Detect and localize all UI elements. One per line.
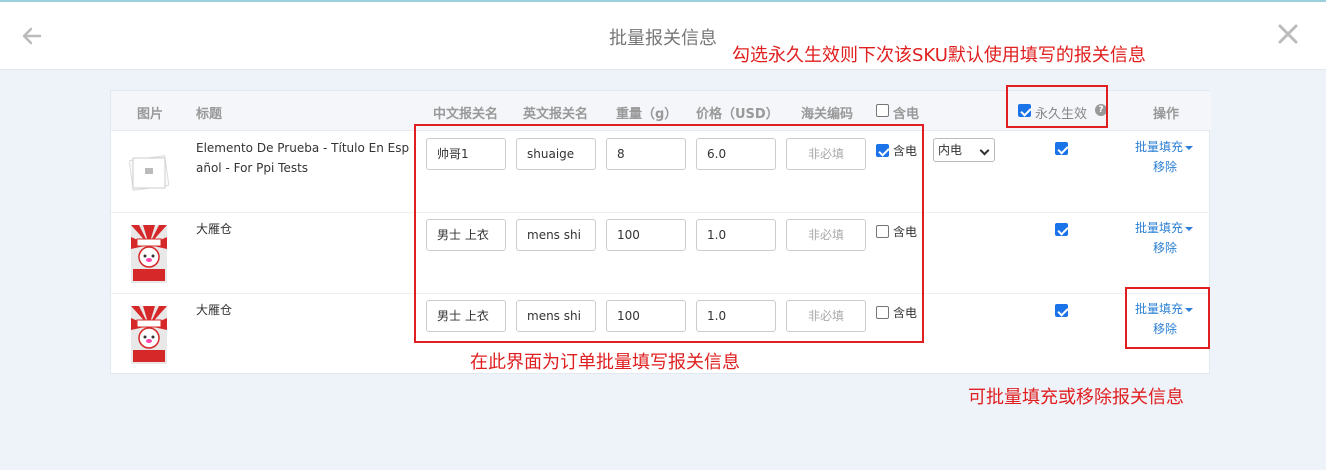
header-cn-name: 中文报关名 [433, 107, 499, 122]
annotation-batch-fill: 可批量填充或移除报关信息 [968, 387, 1184, 408]
product-title: 大雁仓 [196, 303, 233, 317]
permanent-checkbox[interactable] [1055, 223, 1068, 236]
header-battery: 含电 [893, 107, 920, 122]
remove-button[interactable]: 移除 [1153, 239, 1177, 256]
battery-type-select[interactable]: 内电 [933, 138, 995, 162]
header-hs-code: 海关编码 [801, 107, 854, 122]
battery-all-checkbox[interactable] [876, 104, 889, 117]
header-en-name: 英文报关名 [523, 107, 589, 122]
header-title: 标题 [196, 107, 223, 122]
highlight-inputs [414, 124, 924, 343]
caret-down-icon [1185, 145, 1194, 150]
product-image [131, 306, 167, 364]
batch-fill-button[interactable]: 批量填充 [1135, 138, 1194, 155]
annotation-permanent: 勾选永久生效则下次该SKU默认使用填写的报关信息 [732, 45, 1146, 66]
product-image [131, 225, 167, 283]
header-weight: 重量（g） [616, 107, 678, 122]
highlight-actions [1125, 287, 1210, 349]
header-action: 操作 [1153, 107, 1180, 122]
header-image: 图片 [137, 107, 164, 122]
product-placeholder-image [129, 155, 169, 191]
product-title: Elemento De Prueba - Título En Español -… [196, 141, 410, 175]
close-icon[interactable] [1276, 22, 1300, 46]
permanent-checkbox[interactable] [1055, 304, 1068, 317]
remove-button[interactable]: 移除 [1153, 158, 1177, 175]
batch-fill-button[interactable]: 批量填充 [1135, 219, 1194, 236]
chevron-down-icon [979, 145, 990, 156]
permanent-checkbox[interactable] [1055, 142, 1068, 155]
header-price: 价格（USD） [696, 107, 779, 122]
highlight-permanent [1006, 85, 1108, 128]
product-title: 大雁仓 [196, 222, 233, 236]
annotation-batch-edit: 在此界面为订单批量填写报关信息 [470, 352, 740, 373]
caret-down-icon [1185, 226, 1194, 231]
